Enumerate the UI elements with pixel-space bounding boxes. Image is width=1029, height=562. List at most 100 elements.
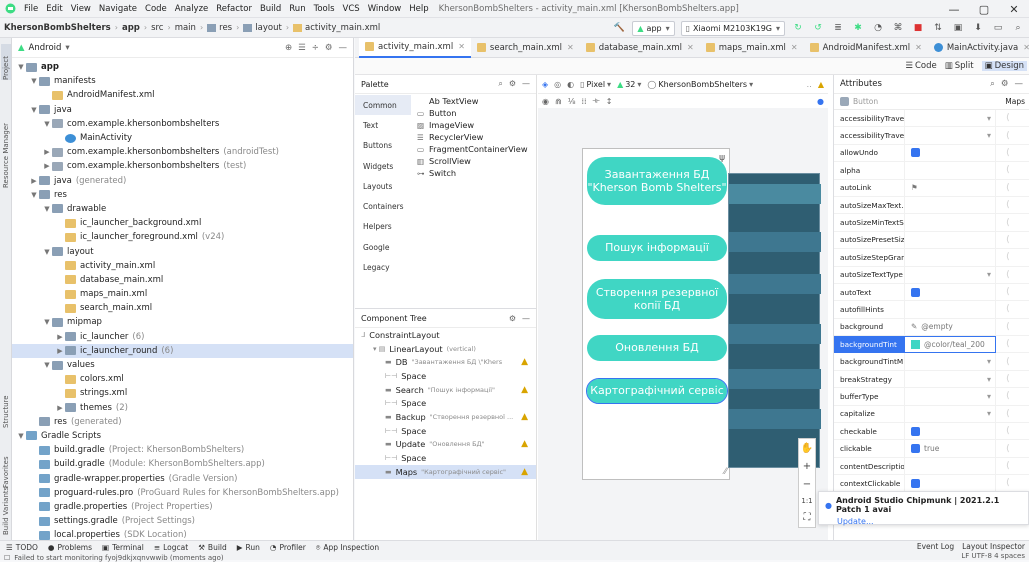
project-tree-item[interactable]: ▶ ic_launcher (6) bbox=[12, 330, 353, 344]
chevron-down-icon[interactable]: ▾ bbox=[987, 375, 991, 384]
resource-picker-icon[interactable]: ⟨ bbox=[1006, 287, 1010, 297]
menu-window[interactable]: Window bbox=[364, 4, 406, 14]
close-icon[interactable]: ✕ bbox=[458, 42, 465, 51]
component-tree-item[interactable]: ▬ Update "Оновлення БД" ▲ bbox=[355, 438, 536, 452]
project-tree-item[interactable]: ic_launcher_background.xml bbox=[12, 216, 353, 230]
layout-inspector-button[interactable]: Layout Inspector bbox=[962, 542, 1025, 551]
magnet-icon[interactable]: ⋒ bbox=[555, 97, 562, 106]
menu-run[interactable]: Run bbox=[285, 4, 309, 14]
resource-picker-icon[interactable]: ⟨ bbox=[1006, 113, 1010, 123]
attribute-value[interactable]: @color/teal_200 bbox=[904, 335, 996, 353]
eye-icon[interactable]: ◉ bbox=[542, 97, 549, 106]
attribute-row[interactable]: contentDescription ⟨ bbox=[834, 457, 1029, 476]
project-tree-item[interactable]: ▼ java bbox=[12, 103, 353, 117]
attribute-row[interactable]: background ✎ @empty ⟨ bbox=[834, 318, 1029, 337]
project-tree-item[interactable]: ▼ mipmap bbox=[12, 315, 353, 329]
attribute-row[interactable]: contextClickable ⟨ bbox=[834, 474, 1029, 493]
checkbox-icon[interactable] bbox=[911, 148, 920, 158]
menu-build[interactable]: Build bbox=[256, 4, 285, 14]
resource-picker-icon[interactable]: ⟨ bbox=[1006, 374, 1010, 384]
hide-icon[interactable]: — bbox=[522, 79, 530, 89]
resource-picker-icon[interactable]: ⟨ bbox=[1006, 478, 1010, 488]
palette-widget[interactable]: ▭ FragmentContainerView bbox=[413, 143, 537, 155]
attach-icon[interactable]: ⌘ bbox=[891, 21, 905, 35]
component-tree-item[interactable]: ▬ Maps "Картографічний сервіс" ▲ bbox=[355, 464, 536, 479]
checkbox-icon[interactable] bbox=[911, 287, 920, 297]
attribute-value[interactable] bbox=[904, 457, 996, 475]
stop-icon[interactable]: ■ bbox=[911, 21, 925, 35]
tab-resource-manager[interactable]: Resource Manager bbox=[1, 98, 11, 188]
close-window-button[interactable]: ✕ bbox=[999, 0, 1029, 18]
attribute-row[interactable]: accessibilityTrave... ▾ ⟨ bbox=[834, 126, 1029, 145]
apply-changes-icon[interactable]: ↺ bbox=[811, 21, 825, 35]
search-icon[interactable]: ⌕ bbox=[990, 79, 995, 89]
project-tree-item[interactable]: maps_main.xml bbox=[12, 287, 353, 301]
project-view-select[interactable]: Android bbox=[29, 43, 62, 53]
palette-category-buttons[interactable]: Buttons bbox=[355, 136, 411, 156]
tab-database_main-xml[interactable]: database_main.xml ✕ bbox=[580, 38, 700, 58]
tab-maps_main-xml[interactable]: maps_main.xml ✕ bbox=[700, 38, 804, 58]
avd-manager-icon[interactable]: ▣ bbox=[951, 21, 965, 35]
attribute-row[interactable]: backgroundTint @color/teal_200 ⟨ bbox=[834, 335, 1029, 354]
component-tree-item[interactable]: ⊢⊣ Space bbox=[355, 451, 536, 465]
menu-analyze[interactable]: Analyze bbox=[171, 4, 213, 14]
close-icon[interactable]: ✕ bbox=[567, 43, 574, 52]
attribute-value[interactable] bbox=[904, 231, 996, 249]
attribute-row[interactable]: autofillHints ⟨ bbox=[834, 300, 1029, 319]
attribute-value[interactable]: true bbox=[904, 439, 996, 458]
attribute-row[interactable]: autoSizePresetSizes ⟨ bbox=[834, 231, 1029, 250]
close-icon[interactable]: ✕ bbox=[791, 43, 798, 52]
target-icon[interactable]: ⊕ bbox=[285, 43, 292, 53]
menu-tools[interactable]: Tools bbox=[310, 4, 339, 14]
design-canvas[interactable]: ψ Завантаження БД "Kherson Bomb Shelters… bbox=[538, 108, 828, 540]
palette-category-common[interactable]: Common bbox=[355, 95, 411, 116]
project-tree-item[interactable]: ▶ ic_launcher_round (6) bbox=[12, 343, 353, 358]
tool-problems[interactable]: ● Problems bbox=[48, 543, 92, 552]
attribute-row[interactable]: bufferType ▾ ⟨ bbox=[834, 387, 1029, 406]
backup-button[interactable]: Створення резервної копії БД bbox=[587, 279, 727, 319]
tool-todo[interactable]: ☰ TODO bbox=[6, 543, 38, 552]
breadcrumb-item[interactable]: res bbox=[219, 23, 232, 33]
project-tree-item[interactable]: AndroidManifest.xml bbox=[12, 88, 353, 102]
chevron-down-icon[interactable]: ▾ bbox=[987, 357, 991, 366]
attribute-value[interactable] bbox=[904, 300, 996, 319]
warning-icon[interactable]: ▲ bbox=[818, 80, 824, 89]
phone-preview[interactable]: ψ Завантаження БД "Kherson Bomb Shelters… bbox=[582, 148, 730, 480]
resource-picker-icon[interactable]: ⟨ bbox=[1006, 183, 1010, 193]
breadcrumb-item[interactable]: KhersonBombShelters bbox=[4, 23, 111, 33]
attribute-value[interactable]: ▾ bbox=[904, 109, 996, 127]
palette-category-text[interactable]: Text bbox=[355, 115, 411, 135]
split-mode-button[interactable]: ▥ Split bbox=[945, 61, 974, 71]
palette-category-containers[interactable]: Containers bbox=[355, 196, 411, 216]
resource-picker-icon[interactable]: ⟨ bbox=[1006, 131, 1010, 141]
project-tree-item[interactable]: search_main.xml bbox=[12, 301, 353, 315]
project-tree-item[interactable]: ▶ java (generated) bbox=[12, 174, 353, 188]
checkbox-icon[interactable] bbox=[911, 478, 920, 488]
design-surface-icon[interactable]: ◈ bbox=[542, 80, 548, 89]
hammer-icon[interactable]: 🔨 bbox=[612, 21, 626, 35]
hide-icon[interactable]: — bbox=[1015, 79, 1024, 89]
update-link[interactable]: Update... bbox=[825, 517, 1022, 526]
warning-icon[interactable]: ▲ bbox=[521, 357, 528, 367]
hide-icon[interactable]: — bbox=[522, 314, 530, 323]
close-icon[interactable]: ✕ bbox=[915, 43, 922, 52]
attribute-value[interactable] bbox=[904, 474, 996, 493]
tab-project[interactable]: Project bbox=[1, 44, 11, 80]
resource-picker-icon[interactable]: ⟨ bbox=[1006, 322, 1010, 332]
menu-file[interactable]: File bbox=[20, 4, 42, 14]
checkbox-icon[interactable] bbox=[911, 444, 920, 454]
resource-picker-icon[interactable]: ⟨ bbox=[1006, 426, 1010, 436]
tab-mainactivity-java[interactable]: MainActivity.java ✕ bbox=[928, 38, 1029, 58]
expand-icon[interactable]: ÷ bbox=[312, 43, 319, 53]
sdk-manager-icon[interactable]: ⬇ bbox=[971, 21, 985, 35]
run-config-select[interactable]: ▲ app ▾ bbox=[632, 20, 675, 36]
attribute-value[interactable] bbox=[904, 161, 996, 180]
project-tree-item[interactable]: ▼ values bbox=[12, 358, 353, 372]
breadcrumb-item[interactable]: activity_main.xml bbox=[305, 23, 380, 33]
tab-androidmanifest-xml[interactable]: AndroidManifest.xml ✕ bbox=[804, 38, 928, 58]
component-tree-item[interactable]: ⊢⊣ Space bbox=[355, 369, 536, 383]
attribute-value[interactable] bbox=[904, 422, 996, 440]
gear-icon[interactable]: ⚙ bbox=[1001, 79, 1009, 89]
project-tree-item[interactable]: gradle.properties (Project Properties) bbox=[12, 500, 353, 514]
rerun-icon[interactable]: ↻ bbox=[791, 21, 805, 35]
